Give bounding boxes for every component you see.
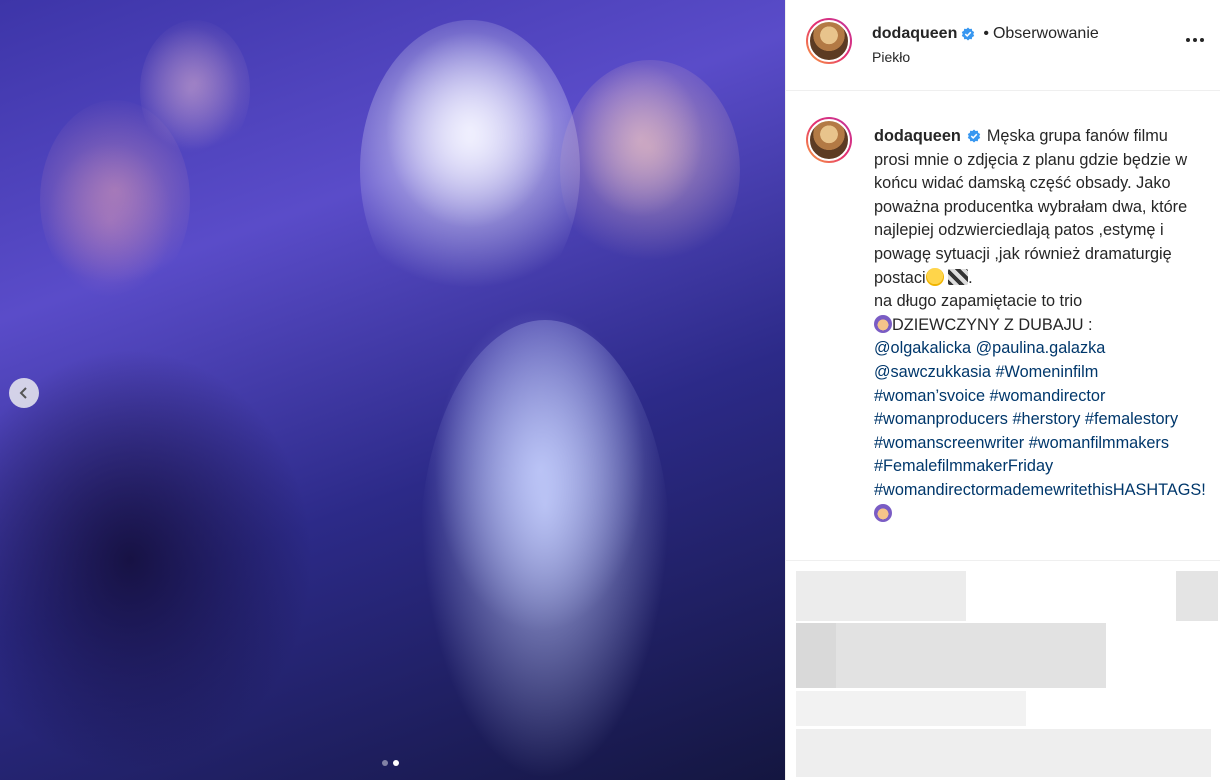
hashtag-link[interactable]: #woman’svoice <box>874 387 985 405</box>
carousel-dot <box>382 760 388 766</box>
hashtag-link[interactable]: #femalestory <box>1085 410 1178 428</box>
pixel-block <box>796 623 1106 688</box>
caption-text-period: . <box>968 268 973 287</box>
hashtag-link[interactable]: #herstory <box>1012 410 1080 428</box>
avatar-image <box>808 20 850 62</box>
hashtag-link[interactable]: #womanscreenwriter <box>874 434 1024 452</box>
more-options-button[interactable] <box>1186 38 1204 42</box>
hashtag-link[interactable]: #womandirector <box>990 387 1106 405</box>
carousel-prev-button[interactable] <box>9 378 39 408</box>
post-panel: dodaqueen • Obserwowanie Piekło dodaquee… <box>785 0 1220 781</box>
smirk-emoji-icon <box>925 267 944 286</box>
caption-text-trio: na długo zapamiętacie to trio <box>874 292 1083 311</box>
hashtag-link[interactable]: #womanfilmmakers <box>1029 434 1169 452</box>
mention-link[interactable]: @olgakalicka <box>874 339 971 357</box>
header-username[interactable]: dodaqueen <box>872 25 957 43</box>
mention-link[interactable]: @paulina.galazka <box>976 339 1106 357</box>
pixel-block <box>1176 571 1218 621</box>
pixel-block <box>796 691 1026 726</box>
girl-emoji-icon <box>874 314 892 333</box>
clapper-board-emoji-icon <box>948 268 969 285</box>
caption-avatar[interactable] <box>806 117 852 163</box>
carousel-dot-active <box>393 760 399 766</box>
caption-text: Męska grupa fanów filmu prosi mnie o zdj… <box>874 127 1188 287</box>
person-back <box>140 20 250 160</box>
chevron-left-icon <box>19 387 27 399</box>
mention-link[interactable]: @sawczukkasia <box>874 363 991 381</box>
pixel-block <box>796 729 1211 777</box>
caption-text-title: DZIEWCZYNY Z DUBAJU : <box>892 315 1093 334</box>
avatar-image <box>808 119 850 161</box>
header-user-row: dodaqueen • Obserwowanie <box>872 25 1099 43</box>
person-laughing <box>560 60 740 280</box>
silver-dress <box>420 320 670 780</box>
more-dot-icon <box>1193 38 1197 42</box>
post-location[interactable]: Piekło <box>872 49 910 65</box>
pixelated-comments-area <box>786 560 1220 781</box>
carousel-dots <box>382 760 399 766</box>
post-header: dodaqueen • Obserwowanie Piekło <box>786 0 1220 91</box>
more-dot-icon <box>1200 38 1204 42</box>
girl-emoji-icon <box>874 503 892 522</box>
avatar[interactable] <box>806 18 852 64</box>
verified-badge-icon <box>962 27 975 41</box>
pixel-block <box>796 623 836 688</box>
hashtag-link[interactable]: #FemalefilmmakerFriday <box>874 457 1053 475</box>
hashtag-link[interactable]: #womanproducers <box>874 410 1008 428</box>
caption-area: dodaqueen Męska grupa fanów filmu prosi … <box>786 91 1220 560</box>
post-caption: dodaqueen Męska grupa fanów filmu prosi … <box>874 125 1206 526</box>
following-button[interactable]: Obserwowanie <box>993 25 1099 43</box>
caption-username[interactable]: dodaqueen <box>874 127 961 145</box>
more-dot-icon <box>1186 38 1190 42</box>
post-photo[interactable] <box>0 0 785 780</box>
pixel-block <box>796 571 966 621</box>
person-blonde <box>360 20 580 320</box>
verified-badge-icon <box>967 129 981 143</box>
hashtag-link[interactable]: #Womeninfilm <box>996 363 1099 381</box>
hashtag-link[interactable]: #womandirectormademewritethisHASHTAGS! <box>874 481 1206 499</box>
header-separator: • <box>983 25 989 42</box>
